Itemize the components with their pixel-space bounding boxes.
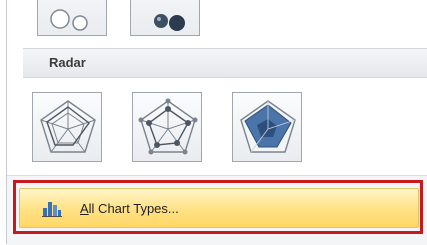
label-text: ll Chart Types... xyxy=(88,201,179,216)
bubble-chart-icon xyxy=(50,9,88,31)
3d-bubble-chart-button[interactable] xyxy=(130,0,200,36)
3d-bubble-chart-icon xyxy=(154,14,185,31)
radar-with-markers-button[interactable] xyxy=(132,92,202,162)
filled-radar-button[interactable] xyxy=(232,92,302,162)
radar-chart-button[interactable] xyxy=(32,92,102,162)
chart-type-gallery: Radar All Chart Types... xyxy=(6,0,427,245)
filled-radar-icon xyxy=(240,100,296,153)
section-title: Radar xyxy=(49,55,86,70)
all-chart-types-menu-item[interactable]: All Chart Types... xyxy=(19,188,419,228)
all-chart-types-label: All Chart Types... xyxy=(80,201,179,216)
bubble-chart-button[interactable] xyxy=(37,0,107,36)
column-chart-icon xyxy=(42,202,62,217)
radar-chart-icon xyxy=(40,100,96,153)
radar-with-markers-icon xyxy=(138,98,198,155)
section-header-radar: Radar xyxy=(23,48,427,78)
mnemonic-letter: A xyxy=(80,201,89,216)
